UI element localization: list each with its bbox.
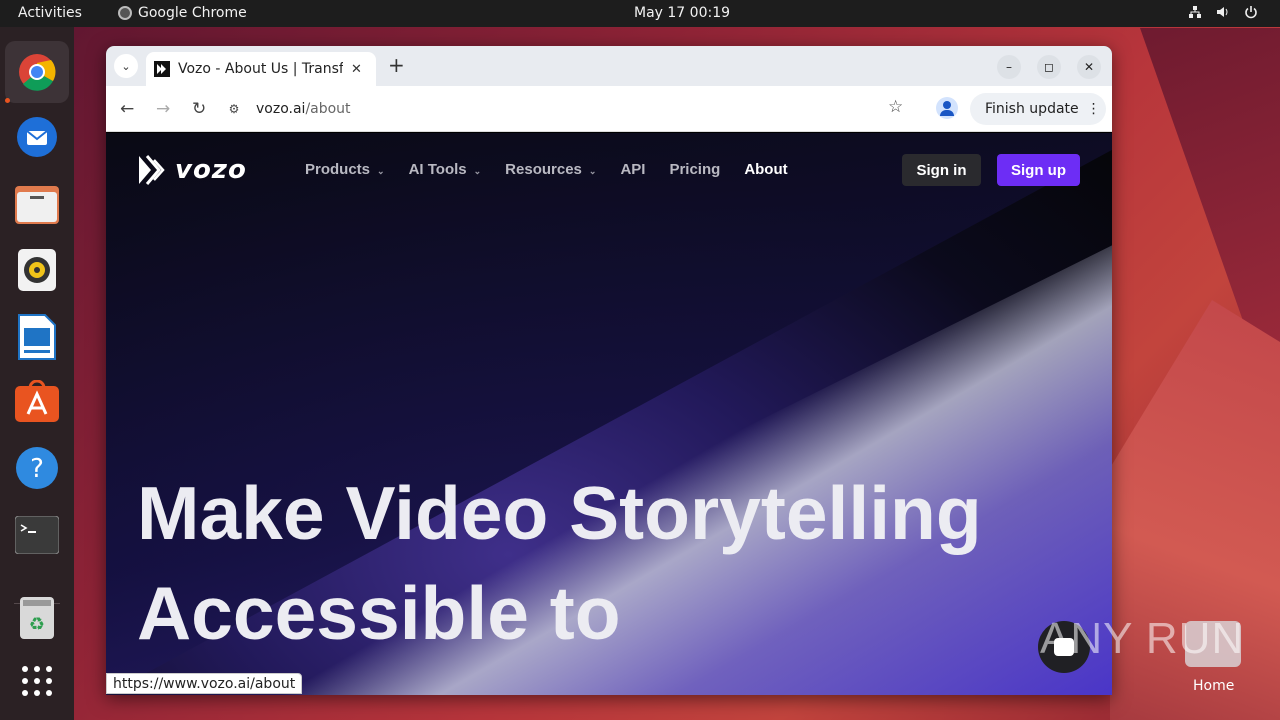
hero-line-1: Make Video Storytelling: [137, 471, 982, 555]
address-bar[interactable]: ⚙ vozo.ai/about: [224, 93, 924, 125]
browser-toolbar: ← → ↻ ⚙ vozo.ai/about ☆ Finish update ⋮: [106, 86, 1112, 132]
menu-resources[interactable]: Resources ⌄: [505, 161, 596, 178]
dock-app-center[interactable]: [13, 378, 61, 426]
dock-app-grid[interactable]: [13, 657, 61, 705]
finish-update-label: Finish update: [985, 101, 1079, 117]
web-page: vozo Products ⌄ AI Tools ⌄ Resources ⌄ API …: [106, 133, 1112, 695]
close-icon: ✕: [1083, 60, 1095, 74]
profile-avatar-icon[interactable]: [936, 97, 958, 119]
url-text: vozo.ai/about: [256, 101, 351, 117]
app-menu[interactable]: Google Chrome: [118, 5, 247, 21]
menu-label: Products: [305, 161, 371, 178]
avatar-head: [943, 101, 951, 109]
vozo-favicon-icon: [154, 61, 170, 77]
app-center-icon: [15, 380, 59, 422]
dock-files[interactable]: [13, 180, 61, 228]
chevron-down-icon: ⌄: [473, 166, 482, 176]
site-info-icon[interactable]: ⚙: [224, 99, 244, 119]
minimize-button[interactable]: –: [997, 55, 1021, 79]
maximize-button[interactable]: ◻: [1037, 55, 1061, 79]
tab-close-icon[interactable]: ✕: [351, 62, 362, 77]
hero-line-2: Accessible to: [137, 571, 621, 655]
kebab-menu-icon: ⋮: [1086, 101, 1101, 117]
reload-icon: ↻: [192, 99, 207, 119]
avatar-body: [940, 110, 954, 116]
menu-ai-tools[interactable]: AI Tools ⌄: [409, 161, 482, 178]
dock-chrome[interactable]: [5, 41, 69, 103]
sign-in-button[interactable]: Sign in: [902, 154, 981, 186]
vozo-logo[interactable]: vozo: [137, 154, 247, 186]
dock: ? ♻: [0, 27, 74, 720]
menu-label: AI Tools: [408, 161, 467, 178]
terminal-icon: [15, 516, 59, 554]
tab-search-button[interactable]: ⌄: [114, 54, 138, 78]
site-navbar: vozo Products ⌄ AI Tools ⌄ Resources ⌄ API …: [106, 133, 1112, 213]
chrome-small-icon: [118, 6, 132, 20]
menu-products[interactable]: Products ⌄: [305, 161, 385, 178]
tab-title: Vozo - About Us | Transfo: [178, 61, 343, 77]
forward-button[interactable]: →: [156, 99, 170, 119]
wallpaper-facet: [1140, 28, 1280, 368]
url-path: /about: [305, 101, 351, 117]
files-icon: [15, 186, 59, 224]
thunderbird-icon: [17, 117, 57, 157]
close-window-button[interactable]: ✕: [1077, 55, 1101, 79]
svg-text:♻: ♻: [29, 614, 45, 635]
chrome-icon: [19, 54, 56, 91]
menu-api[interactable]: API: [620, 161, 645, 178]
system-tray[interactable]: [1188, 5, 1258, 23]
watermark-logo: ANY RUN: [1040, 614, 1245, 663]
app-name: Google Chrome: [138, 5, 247, 21]
svg-text:?: ?: [30, 454, 44, 484]
trash-icon: ♻: [20, 597, 54, 639]
new-tab-button[interactable]: +: [388, 55, 405, 75]
arrow-left-icon: ←: [120, 99, 135, 119]
home-label: Home: [1193, 678, 1235, 694]
rhythmbox-icon: [18, 249, 56, 291]
reload-button[interactable]: ↻: [192, 99, 206, 119]
dock-trash[interactable]: ♻: [13, 594, 61, 642]
app-grid-icon: [22, 666, 52, 696]
activities-button[interactable]: Activities: [18, 5, 82, 21]
maximize-icon: ◻: [1044, 60, 1054, 74]
power-icon: [1244, 5, 1258, 23]
hero-heading: Make Video Storytelling Accessible to: [137, 463, 1097, 663]
dock-rhythmbox[interactable]: [13, 246, 61, 294]
chevron-down-icon: ⌄: [377, 166, 385, 176]
menu-pricing[interactable]: Pricing: [669, 161, 720, 178]
dock-terminal[interactable]: [13, 511, 61, 559]
chrome-window: ⌄ Vozo - About Us | Transfo ✕ + – ◻ ✕ ← …: [106, 46, 1112, 695]
dock-writer[interactable]: [13, 313, 61, 361]
menu-about[interactable]: About: [744, 161, 787, 178]
vozo-logo-icon: [139, 155, 165, 185]
dock-help[interactable]: ?: [13, 444, 61, 492]
site-menu: Products ⌄ AI Tools ⌄ Resources ⌄ API Prici…: [305, 161, 788, 178]
bookmark-star-icon[interactable]: ☆: [888, 97, 903, 117]
tab-strip: ⌄ Vozo - About Us | Transfo ✕ + – ◻ ✕: [106, 46, 1112, 86]
menu-label: Resources: [505, 161, 582, 178]
arrow-right-icon: →: [156, 99, 171, 119]
finish-update-button[interactable]: Finish update ⋮: [970, 93, 1106, 125]
back-button[interactable]: ←: [120, 99, 134, 119]
volume-icon: [1216, 5, 1230, 23]
dock-thunderbird[interactable]: [13, 113, 61, 161]
minimize-icon: –: [1006, 60, 1012, 74]
chevron-down-icon: ⌄: [121, 59, 131, 73]
help-icon: ?: [16, 447, 58, 489]
writer-icon: [18, 314, 56, 360]
running-indicator: [5, 98, 10, 103]
tab-vozo-about[interactable]: Vozo - About Us | Transfo ✕: [146, 52, 376, 86]
clock[interactable]: May 17 00:19: [634, 5, 730, 21]
network-icon: [1188, 5, 1202, 23]
sign-up-button[interactable]: Sign up: [997, 154, 1080, 186]
url-host: vozo.ai: [256, 101, 306, 117]
logo-wordmark: vozo: [175, 155, 247, 185]
top-bar: Activities Google Chrome May 17 00:19: [0, 0, 1280, 27]
chevron-down-icon: ⌄: [588, 166, 597, 176]
link-status-bar: https://www.vozo.ai/about: [106, 673, 303, 694]
